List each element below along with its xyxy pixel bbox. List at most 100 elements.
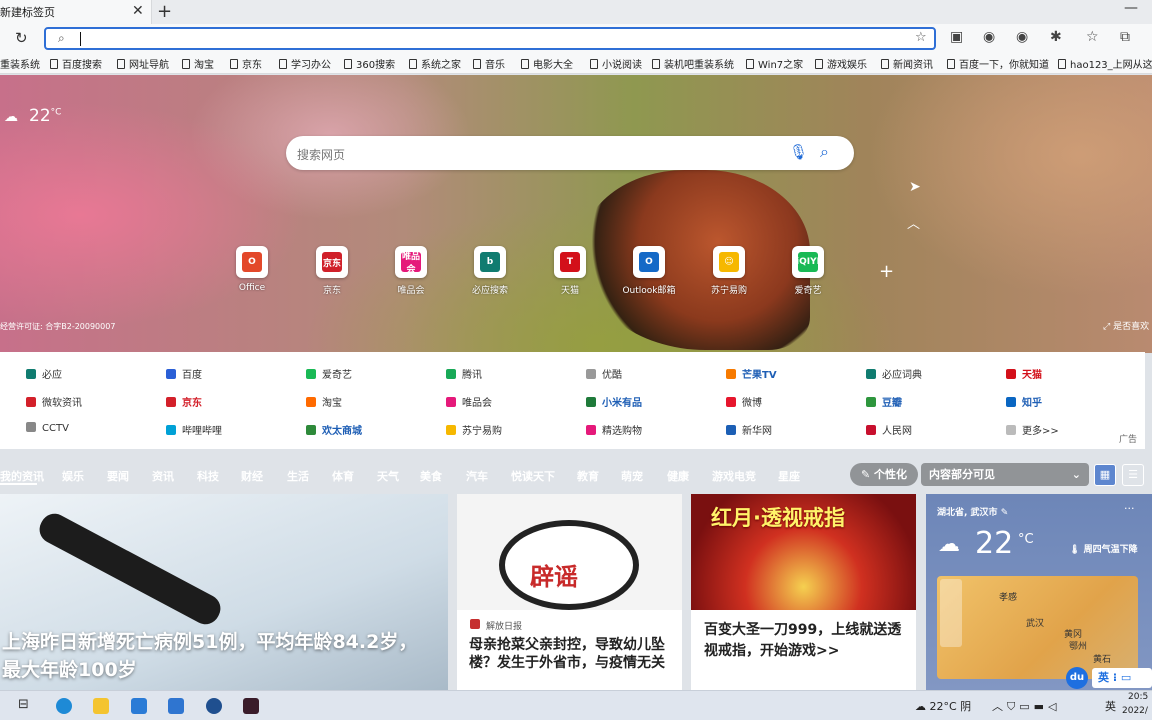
news-category-tab[interactable]: 财经 <box>241 468 263 484</box>
site-link[interactable]: 淘宝 <box>306 394 342 409</box>
news-card-title[interactable]: 上海昨日新增死亡病例51例，平均年龄84.2岁，最大年龄100岁 <box>2 628 422 684</box>
tray-weather[interactable]: ☁ 22°C 阴 <box>915 698 971 714</box>
new-tab-button[interactable]: + <box>157 1 172 22</box>
tab-close-icon[interactable]: ✕ <box>132 3 144 19</box>
visibility-dropdown[interactable]: 内容部分可见 ⌄ <box>921 463 1089 486</box>
quick-link-tile[interactable]: T 天猫 <box>540 246 600 296</box>
quick-link-tile[interactable]: 唯品会 唯品会 <box>381 246 441 296</box>
bookmark-item[interactable]: 重装系统 <box>0 56 40 71</box>
site-link[interactable]: 苏宁易购 <box>446 422 502 437</box>
news-category-tab[interactable]: 生活 <box>287 468 309 484</box>
refresh-icon[interactable]: ↻ <box>15 29 28 47</box>
quick-link-tile[interactable]: ☺ 苏宁易购 <box>699 246 759 296</box>
bookmark-item[interactable]: 装机吧重装系统 <box>652 56 734 71</box>
site-link[interactable]: 天猫 <box>1006 366 1042 381</box>
personalize-button[interactable]: ✎ 个性化 <box>850 463 918 486</box>
bookmark-item[interactable]: 360搜索 <box>344 56 395 71</box>
grid-view-icon[interactable]: ▦ <box>1094 464 1116 486</box>
site-link[interactable]: 必应词典 <box>866 366 922 381</box>
bookmark-item[interactable]: 网址导航 <box>117 56 169 71</box>
weather-map[interactable]: 孝感 武汉 黄冈 鄂州 黄石 <box>937 576 1138 679</box>
bookmark-item[interactable]: 新闻资讯 <box>881 56 933 71</box>
microphone-icon[interactable]: 🎙 <box>789 143 808 161</box>
news-category-tab[interactable]: 娱乐 <box>62 468 84 484</box>
more-options-icon[interactable]: ··· <box>1124 502 1135 515</box>
tray-language[interactable]: 英 <box>1105 698 1116 714</box>
site-link[interactable]: 新华网 <box>726 422 772 437</box>
minimize-button[interactable]: — <box>1124 0 1138 16</box>
extension-1-icon[interactable]: ◉ <box>983 29 995 45</box>
bookmark-item[interactable]: 音乐 <box>473 56 505 71</box>
search-icon[interactable]: ⌕ <box>820 142 829 162</box>
news-category-tab[interactable]: 教育 <box>577 468 599 484</box>
site-link[interactable]: 知乎 <box>1006 394 1042 409</box>
expand-icon[interactable]: ⤢ 是否喜欢 <box>1103 319 1149 332</box>
favorites-icon[interactable]: ☆ <box>1086 29 1099 45</box>
tab-active[interactable]: 新建标签页 ✕ <box>0 0 152 24</box>
quick-link-tile[interactable]: iQIYI 爱奇艺 <box>778 246 838 296</box>
ad-card-title[interactable]: 百变大圣一刀999，上线就送透视戒指，开始游戏>> <box>704 620 909 662</box>
store-icon[interactable] <box>131 698 147 714</box>
site-link[interactable]: 哔哩哔哩 <box>166 422 222 437</box>
site-link[interactable]: 更多>> <box>1006 422 1059 437</box>
news-card-featured[interactable]: 上海昨日新增死亡病例51例，平均年龄84.2岁，最大年龄100岁 <box>0 494 448 690</box>
site-link[interactable]: 唯品会 <box>446 394 492 409</box>
site-link[interactable]: 微软资讯 <box>26 394 82 409</box>
site-link[interactable]: 必应 <box>26 366 62 381</box>
site-link[interactable]: 腾讯 <box>446 366 482 381</box>
site-link[interactable]: 芒果TV <box>726 366 777 381</box>
map-layer-controls[interactable] <box>940 579 962 647</box>
clock-date[interactable]: 2022/ <box>1122 706 1148 716</box>
news-card[interactable]: 辟谣 解放日报 母亲抢菜父亲封控，导致幼儿坠楼？发生于外省市，与疫情无关 <box>457 494 682 690</box>
news-category-tab[interactable]: 健康 <box>667 468 689 484</box>
list-view-icon[interactable]: ☰ <box>1122 464 1144 486</box>
weather-temperature[interactable]: 22°C <box>29 106 61 126</box>
collections-icon[interactable]: ▣ <box>950 29 963 45</box>
site-link[interactable]: 京东 <box>166 394 202 409</box>
app-icon[interactable] <box>206 698 222 714</box>
news-category-tab[interactable]: 星座 <box>778 468 800 484</box>
bookmark-item[interactable]: 系统之家 <box>409 56 461 71</box>
collections-tab-icon[interactable]: ⧉ <box>1120 29 1130 45</box>
site-link[interactable]: 百度 <box>166 366 202 381</box>
news-category-tab[interactable]: 我的资讯 <box>0 468 44 484</box>
site-link[interactable]: 人民网 <box>866 422 912 437</box>
chevron-up-icon[interactable]: ︿ <box>907 213 920 232</box>
news-category-tab[interactable]: 天气 <box>377 468 399 484</box>
bookmark-item[interactable]: 百度搜索 <box>50 56 102 71</box>
news-category-tab[interactable]: 美食 <box>420 468 442 484</box>
quick-link-tile[interactable]: 京东 京东 <box>302 246 362 296</box>
favorite-star-icon[interactable]: ☆ <box>915 30 927 45</box>
add-tile-button[interactable]: + <box>879 261 894 282</box>
bookmark-item[interactable]: 学习办公 <box>279 56 331 71</box>
site-link[interactable]: 微博 <box>726 394 762 409</box>
ad-card[interactable]: 红月·透视戒指 百变大圣一刀999，上线就送透视戒指，开始游戏>> <box>691 494 916 690</box>
bookmark-item[interactable]: Win7之家 <box>746 56 803 71</box>
news-category-tab[interactable]: 要闻 <box>107 468 129 484</box>
app-a-icon[interactable] <box>243 698 259 714</box>
tray-icons[interactable]: ︿⛉▭▬◁ <box>992 698 1061 714</box>
bookmark-item[interactable]: 电影大全 <box>521 56 573 71</box>
bookmark-item[interactable]: 小说阅读 <box>590 56 642 71</box>
baidu-ime-icon[interactable]: du <box>1066 667 1088 689</box>
bookmark-item[interactable]: 百度一下，你就知道 <box>947 56 1049 71</box>
weather-card[interactable]: 湖北省, 武汉市 ✎ ··· ☁ 22 °C 🌡 周四气温下降 孝感 武汉 黄冈… <box>926 494 1152 690</box>
web-search-box[interactable]: 搜索网页 🎙 ⌕ <box>286 136 854 170</box>
news-category-tab[interactable]: 体育 <box>332 468 354 484</box>
news-category-tab[interactable]: 萌宠 <box>621 468 643 484</box>
site-link[interactable]: CCTV <box>26 422 69 434</box>
site-link[interactable]: 爱奇艺 <box>306 366 352 381</box>
site-link[interactable]: 小米有品 <box>586 394 642 409</box>
address-bar[interactable]: ⌕ ☆ <box>44 27 936 50</box>
quick-link-tile[interactable]: b 必应搜索 <box>460 246 520 296</box>
bookmark-item[interactable]: 京东 <box>230 56 262 71</box>
bookmark-item[interactable]: 游戏娱乐 <box>815 56 867 71</box>
news-category-tab[interactable]: 汽车 <box>466 468 488 484</box>
edge-icon[interactable] <box>56 698 72 714</box>
quick-link-tile[interactable]: O Office <box>222 246 282 293</box>
site-link[interactable]: 精选购物 <box>586 422 642 437</box>
site-link[interactable]: 欢太商城 <box>306 422 362 437</box>
site-link[interactable]: 优酷 <box>586 366 622 381</box>
quick-link-tile[interactable]: O Outlook邮箱 <box>619 246 679 296</box>
extension-2-icon[interactable]: ◉ <box>1016 29 1028 45</box>
